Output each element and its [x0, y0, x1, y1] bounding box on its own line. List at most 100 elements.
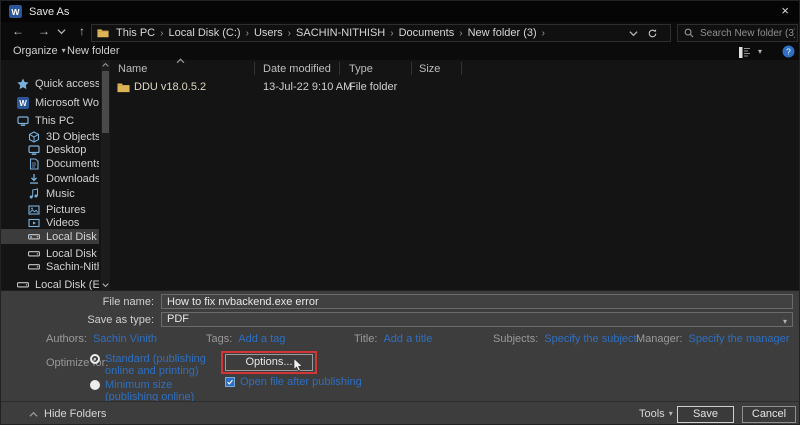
folder-icon — [97, 28, 109, 38]
breadcrumb-item-sachin-nithish[interactable]: SACHIN-NITHISH — [293, 27, 388, 39]
chevron-up-icon — [29, 411, 38, 418]
breadcrumb-item-documents[interactable]: Documents — [396, 27, 458, 39]
property-value[interactable]: Specify the manager — [688, 333, 789, 345]
sidebar-item-this-pc[interactable]: This PC — [1, 113, 99, 128]
sidebar-item-sachin-nithish[interactable]: Sachin-Nithish ( — [1, 259, 99, 274]
breadcrumb-separator-icon[interactable]: › — [286, 28, 293, 39]
tools-button[interactable]: Tools▾ — [639, 408, 673, 420]
radio-standard-publishing-[interactable]: Standard (publishing online and printing… — [90, 353, 220, 377]
sidebar-item-videos[interactable]: Videos — [1, 215, 99, 230]
back-button[interactable]: ← — [9, 24, 27, 39]
property-value[interactable]: Specify the subject — [544, 333, 636, 345]
property-manager: Manager:Specify the manager — [636, 333, 789, 345]
organize-button[interactable]: Organize ▾ — [13, 45, 66, 57]
videos-icon — [28, 217, 40, 229]
file-type: File folder — [349, 81, 397, 93]
window-title: Save As — [29, 6, 69, 18]
breadcrumb-separator-icon[interactable]: › — [244, 28, 251, 39]
new-folder-button[interactable]: New folder — [67, 45, 120, 57]
hide-folders-button[interactable]: Hide Folders — [29, 408, 106, 420]
sidebar-item-label: This PC — [35, 115, 74, 127]
property-value[interactable]: Add a tag — [238, 333, 285, 345]
sidebar-item-label: Quick access — [35, 78, 99, 90]
recent-locations-chevron-icon[interactable] — [57, 28, 66, 35]
open-file-after-publishing-label[interactable]: Open file after publishing — [240, 376, 362, 388]
search-icon — [684, 28, 694, 38]
downloads-icon — [28, 173, 40, 185]
cancel-button[interactable]: Cancel — [742, 406, 796, 423]
save-as-type-value: PDF — [167, 313, 189, 325]
view-mode-button[interactable]: ▾ — [739, 46, 765, 58]
help-icon[interactable]: ? — [782, 45, 795, 58]
radio-icon — [90, 380, 100, 390]
column-divider[interactable] — [339, 62, 340, 75]
list-view-icon — [739, 47, 750, 58]
scrollbar-thumb[interactable] — [102, 71, 109, 133]
scroll-up-icon[interactable] — [102, 62, 109, 68]
file-name: DDU v18.0.5.2 — [134, 81, 206, 93]
file-list: Name Date modified Type Size DDU v18.0.5… — [113, 60, 799, 290]
sidebar-item-label: Pictures — [46, 204, 86, 216]
breadcrumb-separator-icon[interactable]: › — [457, 28, 464, 39]
scroll-down-icon[interactable] — [102, 282, 109, 288]
property-value[interactable]: Sachin Vinith — [93, 333, 157, 345]
sidebar-item-label: Local Disk (E:) — [46, 248, 99, 260]
breadcrumb-separator-icon[interactable]: › — [158, 28, 165, 39]
save-as-type-label: Save as type: — [86, 314, 154, 326]
refresh-icon[interactable] — [647, 28, 658, 39]
close-icon[interactable]: × — [781, 3, 789, 19]
file-row-ddu-v18-0-5-2[interactable]: DDU v18.0.5.213-Jul-22 9:10 AMFile folde… — [113, 80, 799, 95]
column-divider[interactable] — [411, 62, 412, 75]
forward-button[interactable]: → — [35, 24, 53, 39]
search-box — [677, 24, 798, 42]
property-label: Tags: — [206, 333, 232, 345]
sidebar-item-quick-access[interactable]: Quick access — [1, 76, 99, 91]
sidebar-item-downloads[interactable]: Downloads — [1, 171, 99, 186]
save-button[interactable]: Save — [677, 406, 734, 423]
column-header-type[interactable]: Type — [349, 63, 373, 75]
save-as-dialog: W Save As × ← → ↑ This PC›Local Disk (C:… — [0, 0, 800, 425]
column-header-date-modified[interactable]: Date modified — [263, 63, 331, 75]
organize-label: Organize — [13, 45, 58, 57]
hide-folders-label: Hide Folders — [44, 408, 106, 420]
up-button[interactable]: ↑ — [73, 24, 91, 39]
sidebar-item-label: Microsoft Word — [35, 97, 99, 109]
svg-text:?: ? — [786, 46, 791, 56]
property-title: Title:Add a title — [354, 333, 432, 345]
sidebar-scrollbar[interactable] — [101, 60, 110, 290]
sidebar-item-label: Videos — [46, 217, 79, 229]
address-bar[interactable]: This PC›Local Disk (C:)›Users›SACHIN-NIT… — [91, 24, 671, 42]
property-tags: Tags: Add a tag — [206, 333, 285, 345]
column-divider[interactable] — [254, 62, 255, 75]
breadcrumb-item-new-folder-3[interactable]: New folder (3) — [465, 27, 540, 39]
sidebar-item-music[interactable]: Music — [1, 186, 99, 201]
sidebar-item-desktop[interactable]: Desktop — [1, 142, 99, 157]
property-value[interactable]: Add a title — [383, 333, 432, 345]
explorer-body: Quick accessWMicrosoft WordThis PC3D Obj… — [1, 60, 799, 290]
breadcrumb: This PC›Local Disk (C:)›Users›SACHIN-NIT… — [113, 27, 547, 39]
column-divider[interactable] — [461, 62, 462, 75]
navigation-bar: ← → ↑ This PC›Local Disk (C:)›Users›SACH… — [1, 22, 799, 42]
breadcrumb-item-this-pc[interactable]: This PC — [113, 27, 158, 39]
open-file-after-publishing-checkbox[interactable] — [225, 377, 235, 387]
address-dropdown-icon[interactable] — [629, 30, 638, 37]
breadcrumb-item-local-disk-c[interactable]: Local Disk (C:) — [165, 27, 243, 39]
sidebar-item-local-disk-c[interactable]: Local Disk (C:) — [1, 229, 99, 244]
breadcrumb-separator-icon[interactable]: › — [388, 28, 395, 39]
search-input[interactable] — [698, 27, 797, 40]
column-header-name[interactable]: Name — [118, 63, 147, 75]
svg-text:W: W — [19, 99, 27, 108]
star-icon — [17, 78, 29, 90]
drive-icon — [28, 248, 40, 260]
sidebar-item-label: Documents — [46, 158, 99, 170]
breadcrumb-separator-icon[interactable]: › — [540, 28, 547, 39]
radio-minimum-size-publish[interactable]: Minimum size (publishing online) — [90, 379, 220, 403]
sidebar-item-documents[interactable]: Documents — [1, 156, 99, 171]
column-header-size[interactable]: Size — [419, 63, 440, 75]
file-name-input[interactable] — [161, 294, 793, 309]
breadcrumb-item-users[interactable]: Users — [251, 27, 286, 39]
radio-selected-icon — [90, 354, 100, 364]
save-as-type-combo[interactable]: PDF ▾ — [161, 312, 793, 327]
sidebar-item-microsoft-word[interactable]: W Microsoft Word — [1, 95, 99, 110]
chevron-down-icon: ▾ — [62, 46, 66, 55]
